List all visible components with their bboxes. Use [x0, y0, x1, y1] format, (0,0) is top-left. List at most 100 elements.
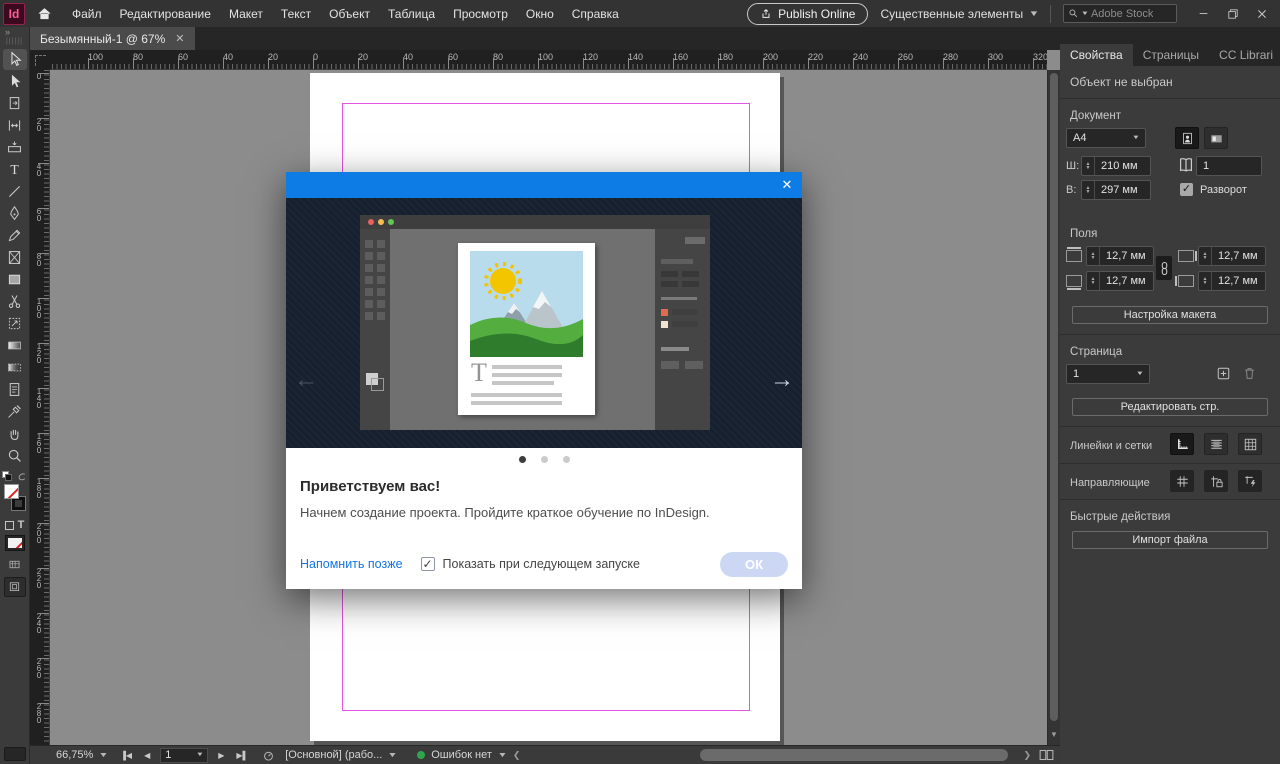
menu-item[interactable]: Объект — [320, 7, 379, 21]
collapse-left-icon[interactable]: ❮ — [513, 750, 521, 761]
line-tool[interactable] — [3, 181, 27, 202]
height-stepper[interactable]: ▲▼297 мм — [1081, 180, 1151, 200]
gradient-tool[interactable] — [3, 335, 27, 356]
show-rulers-button[interactable] — [1170, 433, 1194, 455]
content-collector-tool[interactable] — [3, 137, 27, 158]
menu-item[interactable]: Макет — [220, 7, 272, 21]
chevron-down-icon[interactable]: ▼ — [99, 752, 109, 759]
type-tool[interactable]: T — [3, 159, 27, 180]
publish-online-button[interactable]: Publish Online — [747, 3, 868, 25]
current-page-select[interactable]: 1▼ — [1066, 364, 1150, 384]
horizontal-scrollbar-thumb[interactable] — [700, 749, 1008, 761]
scroll-down-icon[interactable]: ▼ — [1048, 730, 1060, 739]
last-page-button[interactable]: ▶▌ — [236, 751, 248, 760]
prev-page-button[interactable]: ◀ — [144, 751, 150, 760]
show-guides-button[interactable] — [1170, 470, 1194, 492]
vertical-scrollbar[interactable]: ▼ — [1047, 70, 1060, 745]
horizontal-ruler[interactable]: 0100806040200204060801001201401601802002… — [30, 50, 1047, 70]
swap-fill-stroke-icon[interactable] — [16, 471, 27, 482]
margin-left-stepper[interactable]: ▲▼12,7 мм — [1198, 271, 1266, 291]
ruler-origin[interactable] — [30, 50, 50, 70]
dock-footer-button[interactable] — [4, 747, 26, 761]
chevron-down-icon[interactable]: ▼ — [388, 752, 398, 759]
edit-page-button[interactable]: Редактировать стр. — [1072, 398, 1268, 416]
carousel-dot[interactable] — [563, 456, 570, 463]
pencil-tool[interactable] — [3, 225, 27, 246]
frame-tool[interactable] — [3, 247, 27, 268]
baseline-grid-button[interactable] — [1204, 433, 1228, 455]
lock-guides-button[interactable] — [1204, 470, 1228, 492]
tab-properties[interactable]: Свойства — [1060, 44, 1133, 66]
zoom-level[interactable]: 66,75% — [56, 749, 93, 761]
orientation-landscape-button[interactable] — [1204, 127, 1228, 149]
menu-item[interactable]: Таблица — [379, 7, 444, 21]
margin-top-stepper[interactable]: ▲▼12,7 мм — [1086, 246, 1154, 266]
preflight-status-text[interactable]: Ошибок нет — [431, 749, 492, 761]
smart-guides-button[interactable] — [1238, 470, 1262, 492]
formatting-text-icon[interactable]: T — [18, 519, 25, 531]
default-swatches-icon[interactable] — [2, 471, 12, 481]
dialog-close-icon[interactable]: ✕ — [772, 177, 802, 193]
formatting-container-icon[interactable] — [5, 521, 14, 530]
margin-right-stepper[interactable]: ▲▼12,7 мм — [1198, 246, 1266, 266]
home-icon[interactable] — [31, 0, 57, 27]
carousel-prev-icon[interactable]: ← — [294, 366, 318, 394]
note-tool[interactable] — [3, 379, 27, 400]
adjust-layout-button[interactable]: Настройка макета — [1072, 306, 1268, 324]
show-on-startup-checkbox[interactable]: ✓ — [421, 557, 435, 571]
gap-tool[interactable] — [3, 115, 27, 136]
facing-pages-checkbox[interactable]: ✓ — [1180, 183, 1193, 196]
master-page-indicator[interactable]: [Основной] (рабо... — [285, 749, 382, 761]
document-grid-button[interactable] — [1238, 433, 1262, 455]
page-number-field[interactable]: 1▼ — [160, 748, 208, 763]
fill-stroke-swatches[interactable] — [2, 484, 28, 516]
scissors-tool[interactable] — [3, 291, 27, 312]
remind-later-link[interactable]: Напомнить позже — [300, 557, 403, 571]
tab-pages[interactable]: Страницы — [1133, 44, 1209, 66]
zoom-tool[interactable] — [3, 445, 27, 466]
gradient-feather-tool[interactable] — [3, 357, 27, 378]
vertical-ruler[interactable]: 020406080100120140160180200220240260280 — [30, 70, 50, 745]
stepper-arrows[interactable]: ▲▼ — [1082, 157, 1095, 175]
menu-item[interactable]: Просмотр — [444, 7, 517, 21]
eyedropper-tool[interactable] — [3, 401, 27, 422]
menu-item[interactable]: Файл — [63, 7, 111, 21]
menu-item[interactable]: Справка — [563, 7, 628, 21]
tab-cc-libraries[interactable]: CC Libraries — [1209, 44, 1273, 66]
orientation-portrait-button[interactable] — [1175, 127, 1199, 149]
preview-grid-icon[interactable] — [7, 558, 22, 571]
direct-selection-tool[interactable] — [3, 71, 27, 92]
scroll-right-icon[interactable]: ❯ — [1023, 750, 1031, 761]
hand-tool[interactable] — [3, 423, 27, 444]
page-tool[interactable] — [3, 93, 27, 114]
add-page-icon[interactable] — [1216, 366, 1231, 381]
page-size-select[interactable]: A4▼ — [1066, 128, 1146, 148]
apply-none-button[interactable] — [5, 535, 25, 551]
rectangle-tool[interactable] — [3, 269, 27, 290]
spread-view-icon[interactable] — [1039, 749, 1054, 761]
vertical-scrollbar-thumb[interactable] — [1050, 73, 1058, 721]
carousel-dot[interactable] — [519, 456, 526, 463]
menu-item[interactable]: Редактирование — [111, 7, 220, 21]
adobe-stock-search-input[interactable]: ▼ Adobe Stock — [1063, 4, 1177, 23]
pen-tool[interactable] — [3, 203, 27, 224]
menu-item[interactable]: Текст — [272, 7, 320, 21]
free-transform-tool[interactable] — [3, 313, 27, 334]
margin-bottom-stepper[interactable]: ▲▼12,7 мм — [1086, 271, 1154, 291]
chevron-down-icon[interactable]: ▼ — [497, 752, 507, 759]
delete-page-icon[interactable] — [1242, 366, 1257, 381]
first-page-button[interactable]: ▐◀ — [120, 751, 132, 760]
restore-button[interactable] — [1218, 0, 1247, 27]
carousel-next-icon[interactable]: → — [770, 366, 794, 394]
close-button[interactable] — [1247, 0, 1276, 27]
document-tab[interactable]: Безымянный-1 @ 67% ✕ — [30, 27, 195, 50]
menu-item[interactable]: Окно — [517, 7, 563, 21]
fill-swatch-none[interactable] — [4, 484, 19, 499]
dock-grip[interactable]: |||||| — [0, 39, 29, 45]
selection-tool[interactable] — [3, 49, 27, 70]
pages-count-field[interactable]: 1 — [1196, 156, 1262, 176]
minimize-button[interactable] — [1189, 0, 1218, 27]
close-tab-icon[interactable]: ✕ — [175, 32, 184, 45]
stepper-arrows[interactable]: ▲▼ — [1082, 181, 1095, 199]
carousel-dot[interactable] — [541, 456, 548, 463]
